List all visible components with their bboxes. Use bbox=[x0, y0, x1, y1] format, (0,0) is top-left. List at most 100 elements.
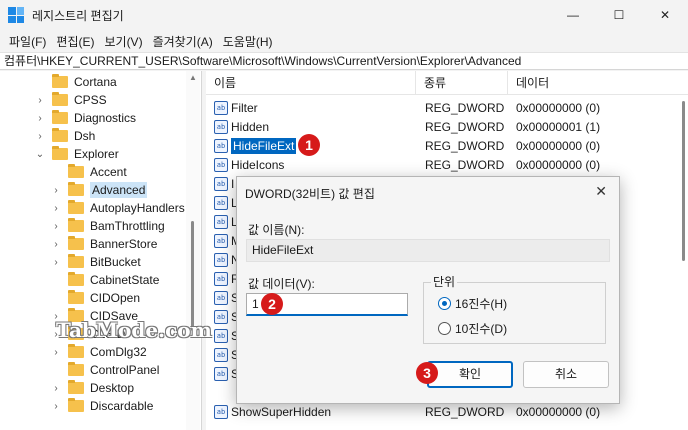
column-header-type[interactable]: 종류 bbox=[416, 71, 508, 95]
folder-icon bbox=[52, 92, 68, 106]
menu-view[interactable]: 보기(V) bbox=[99, 33, 147, 50]
step-badge-2: 2 bbox=[261, 293, 283, 315]
folder-icon bbox=[68, 272, 84, 286]
tree-scrollbar[interactable]: ▲ bbox=[186, 71, 200, 430]
value-row-hidefileext[interactable]: ab HideFileExt REG_DWORD 0x00000000 (0) bbox=[206, 136, 676, 155]
tree-item[interactable]: ControlPanel bbox=[50, 361, 159, 379]
chevron-right-icon[interactable]: › bbox=[50, 203, 62, 214]
radix-hex-option[interactable]: 16진수(H) bbox=[438, 295, 507, 312]
tree-item[interactable]: › Dsh bbox=[34, 127, 95, 145]
dialog-close-icon[interactable]: ✕ bbox=[595, 183, 607, 200]
column-header-data[interactable]: 데이터 bbox=[508, 71, 668, 95]
regedit-app-icon bbox=[8, 7, 24, 23]
reg-dword-icon: ab bbox=[214, 176, 228, 191]
tree-item[interactable]: Accent bbox=[50, 163, 127, 181]
menu-file[interactable]: 파일(F) bbox=[4, 33, 51, 50]
chevron-right-icon[interactable]: › bbox=[34, 95, 46, 106]
reg-dword-icon: ab bbox=[214, 271, 228, 286]
reg-dword-icon: ab bbox=[214, 328, 228, 343]
value-row[interactable]: ab Filter REG_DWORD 0x00000000 (0) bbox=[206, 98, 676, 117]
folder-icon bbox=[68, 362, 84, 376]
menu-help[interactable]: 도움말(H) bbox=[218, 33, 278, 50]
menu-favorites[interactable]: 즐겨찾기(A) bbox=[148, 33, 218, 50]
folder-icon bbox=[52, 74, 68, 88]
chevron-down-icon[interactable]: ⌄ bbox=[34, 149, 46, 160]
reg-dword-icon: ab bbox=[214, 119, 228, 134]
tree-item[interactable]: › BannerStore bbox=[50, 235, 157, 253]
tree-item[interactable]: › Desktop bbox=[50, 379, 134, 397]
reg-dword-icon: ab bbox=[214, 347, 228, 362]
maximize-button[interactable]: ☐ bbox=[596, 0, 642, 30]
tree-item[interactable]: › AutoplayHandlers bbox=[50, 199, 185, 217]
chevron-right-icon[interactable]: › bbox=[50, 257, 62, 268]
address-bar[interactable]: 컴퓨터\HKEY_CURRENT_USER\Software\Microsoft… bbox=[0, 52, 688, 70]
chevron-right-icon[interactable]: › bbox=[50, 239, 62, 250]
radix-dec-option[interactable]: 10진수(D) bbox=[438, 320, 507, 337]
chevron-right-icon[interactable]: › bbox=[50, 383, 62, 394]
chevron-right-icon[interactable]: › bbox=[50, 401, 62, 412]
watermark: TabMode.com bbox=[56, 318, 212, 342]
chevron-right-icon[interactable]: › bbox=[50, 221, 62, 232]
reg-dword-icon: ab bbox=[214, 157, 228, 172]
menu-bar: 파일(F) 편집(E) 보기(V) 즐겨찾기(A) 도움말(H) bbox=[0, 30, 688, 52]
folder-icon bbox=[68, 380, 84, 394]
radio-unselected-icon[interactable] bbox=[438, 322, 451, 335]
tree-scroll-thumb[interactable] bbox=[191, 221, 194, 331]
value-row[interactable]: ab Hidden REG_DWORD 0x00000001 (1) bbox=[206, 117, 676, 136]
tree-item[interactable]: › BitBucket bbox=[50, 253, 141, 271]
value-row[interactable]: ab HideIcons REG_DWORD 0x00000000 (0) bbox=[206, 155, 676, 174]
minimize-button[interactable]: — bbox=[550, 0, 596, 30]
tree-item-explorer[interactable]: ⌄ Explorer bbox=[34, 145, 119, 163]
reg-dword-icon: ab bbox=[214, 195, 228, 210]
chevron-right-icon[interactable]: › bbox=[50, 347, 62, 358]
tree-item[interactable]: CabinetState bbox=[50, 271, 159, 289]
tree-item[interactable]: › Diagnostics bbox=[34, 109, 136, 127]
step-badge-3: 3 bbox=[416, 362, 438, 384]
tree-item[interactable]: › Discardable bbox=[50, 397, 153, 415]
folder-icon bbox=[68, 254, 84, 268]
folder-open-icon bbox=[52, 146, 68, 160]
tree-item[interactable]: › ComDlg32 bbox=[50, 343, 147, 361]
reg-dword-icon: ab bbox=[214, 309, 228, 324]
value-row[interactable]: ab ShowSuperHidden REG_DWORD 0x00000000 (0… bbox=[206, 402, 676, 421]
folder-icon bbox=[68, 236, 84, 250]
folder-icon bbox=[68, 164, 84, 178]
list-scroll-thumb[interactable] bbox=[682, 101, 685, 261]
folder-icon bbox=[68, 344, 84, 358]
folder-icon bbox=[68, 290, 84, 304]
column-header-name[interactable]: 이름 bbox=[206, 71, 416, 95]
chevron-right-icon[interactable]: › bbox=[34, 113, 46, 124]
reg-dword-icon: ab bbox=[214, 366, 228, 381]
value-data-label: 값 데이터(V): bbox=[248, 277, 315, 291]
chevron-right-icon[interactable]: › bbox=[34, 131, 46, 142]
reg-dword-icon: ab bbox=[214, 214, 228, 229]
tree-item[interactable]: Cortana bbox=[34, 73, 117, 91]
step-badge-1: 1 bbox=[298, 134, 320, 156]
list-scrollbar[interactable] bbox=[680, 71, 688, 430]
reg-dword-icon: ab bbox=[214, 138, 228, 153]
chevron-right-icon[interactable]: › bbox=[50, 185, 62, 196]
ok-button[interactable]: 확인 bbox=[427, 361, 513, 388]
tree-item[interactable]: CIDOpen bbox=[50, 289, 140, 307]
folder-icon bbox=[68, 182, 84, 196]
scroll-up-arrow-icon[interactable]: ▲ bbox=[189, 73, 197, 82]
tree-item-advanced[interactable]: › Advanced bbox=[50, 181, 148, 199]
folder-icon bbox=[52, 110, 68, 124]
tree-item[interactable]: › BamThrottling bbox=[50, 217, 165, 235]
radix-group: 16진수(H) 10진수(D) bbox=[423, 282, 606, 344]
tree-item[interactable]: › CPSS bbox=[34, 91, 107, 109]
window-title: 레지스트리 편집기 bbox=[32, 8, 124, 23]
menu-edit[interactable]: 편집(E) bbox=[51, 33, 99, 50]
list-header: 이름 종류 데이터 bbox=[206, 71, 688, 95]
cancel-button[interactable]: 취소 bbox=[523, 361, 609, 388]
folder-icon bbox=[68, 398, 84, 412]
dialog-title: DWORD(32비트) 값 편집 bbox=[245, 187, 375, 201]
reg-dword-icon: ab bbox=[214, 404, 228, 419]
reg-dword-icon: ab bbox=[214, 290, 228, 305]
key-tree-pane[interactable]: Cortana › CPSS › Diagnostics › Dsh ⌄ Explore… bbox=[0, 71, 202, 430]
close-button[interactable]: ✕ bbox=[642, 0, 688, 30]
reg-dword-icon: ab bbox=[214, 100, 228, 115]
folder-icon bbox=[52, 128, 68, 142]
radio-selected-icon[interactable] bbox=[438, 297, 451, 310]
value-name-field: HideFileExt bbox=[246, 239, 610, 262]
